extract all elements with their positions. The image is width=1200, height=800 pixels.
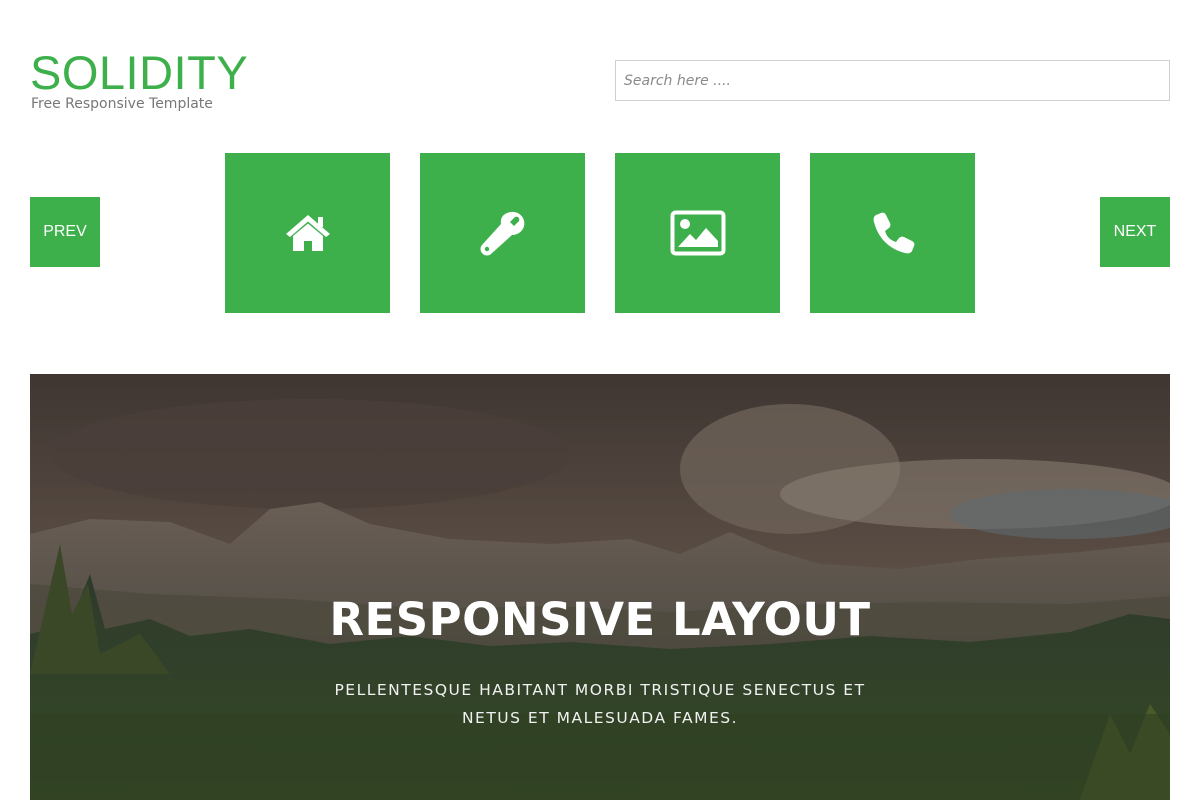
phone-icon [873, 212, 914, 254]
tile-home[interactable] [225, 153, 390, 313]
prev-button-label: PREV [43, 223, 87, 240]
next-button-label: NEXT [1113, 223, 1157, 240]
logo-title[interactable]: SOLIDITY [30, 46, 248, 100]
logo-subtitle: Free Responsive Template [31, 96, 213, 112]
tile-gallery[interactable] [615, 153, 780, 313]
home-icon [285, 215, 330, 251]
hero-title: RESPONSIVE LAYOUT [329, 593, 871, 646]
wrench-icon [480, 211, 524, 256]
hero-banner: RESPONSIVE LAYOUT PELLENTESQUE HABITANT … [30, 374, 1170, 800]
prev-button[interactable]: PREV [30, 197, 100, 267]
page: SOLIDITY Free Responsive Template PREV N… [0, 0, 1200, 800]
next-button[interactable]: NEXT [1100, 197, 1170, 267]
tile-settings[interactable] [420, 153, 585, 313]
search-input[interactable] [615, 60, 1170, 101]
hero-text: PELLENTESQUE HABITANT MORBI TRISTIQUE SE… [334, 681, 866, 727]
tile-contact[interactable] [810, 153, 975, 313]
picture-icon [670, 210, 725, 256]
hero-background-image [30, 374, 1170, 800]
